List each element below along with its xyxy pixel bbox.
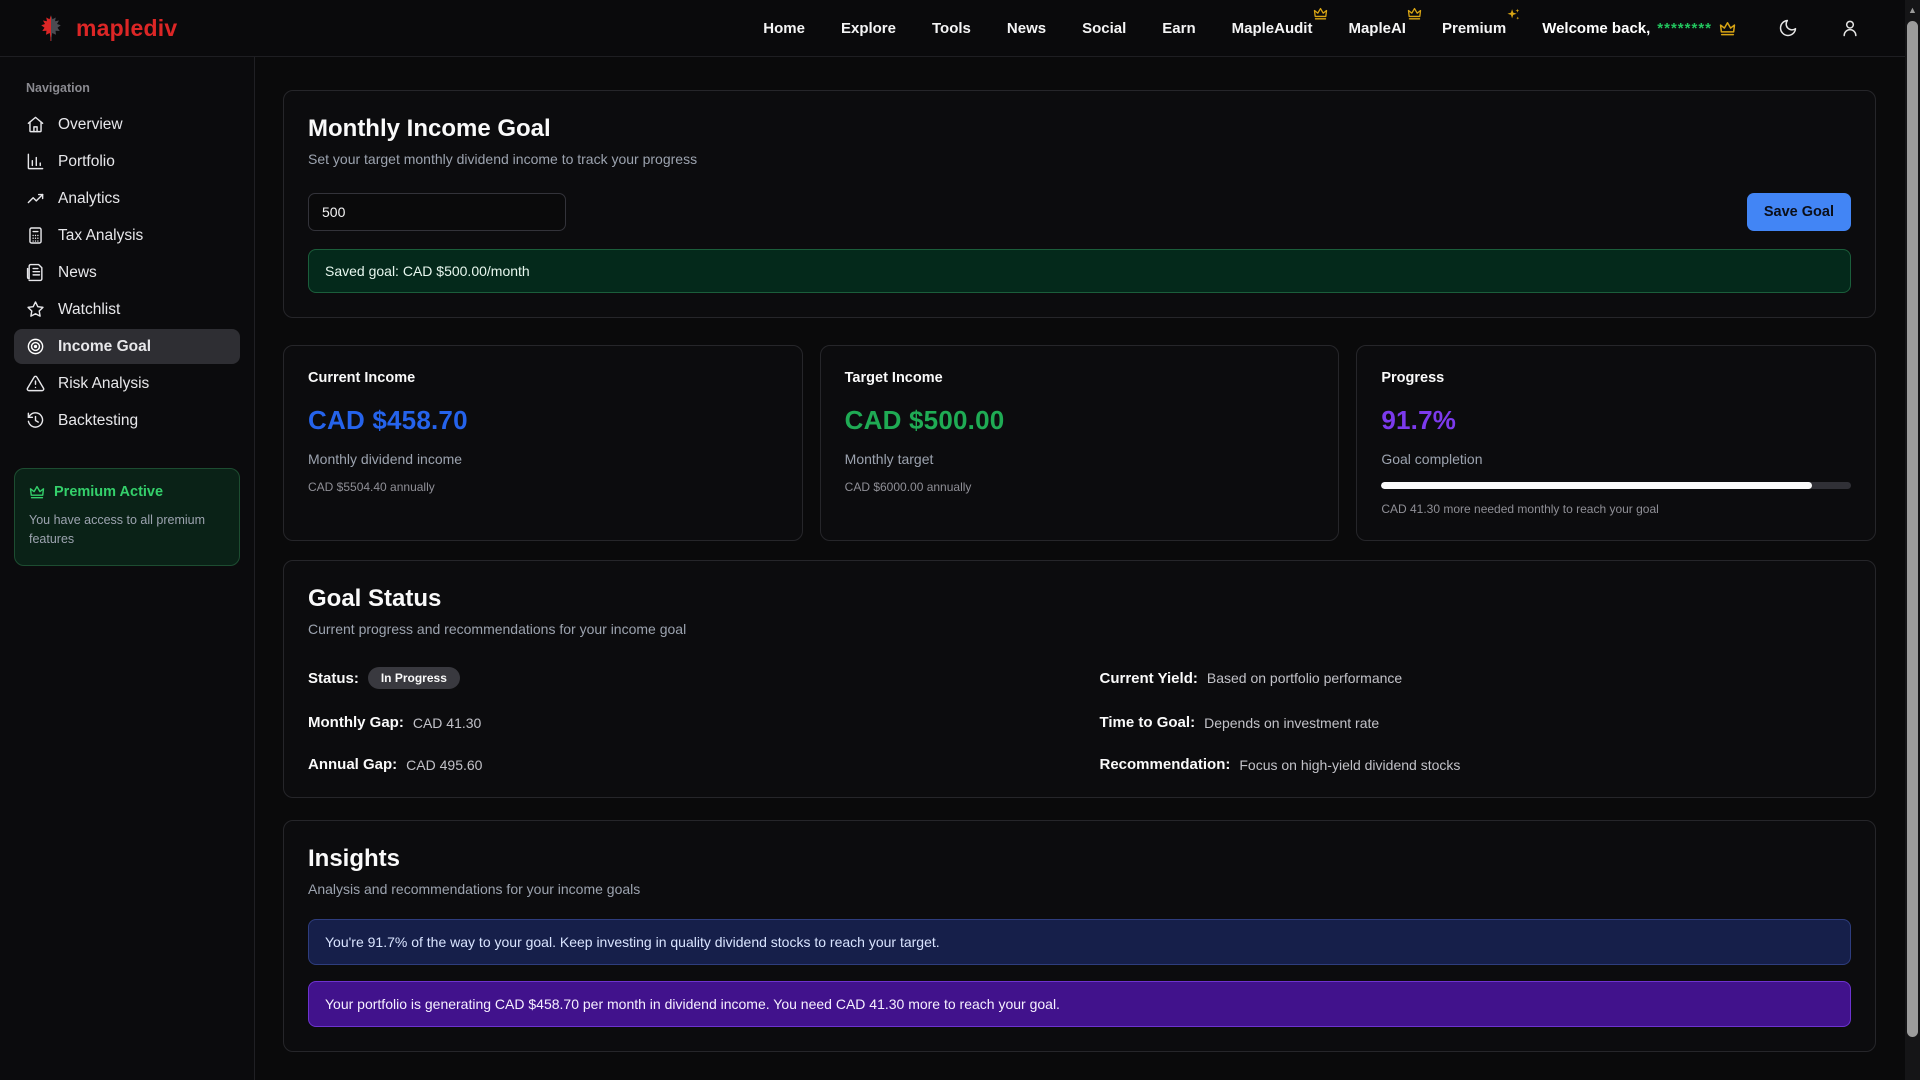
- welcome-message: Welcome back, ********: [1542, 20, 1736, 37]
- target-income-subtitle: Monthly target: [845, 451, 1315, 467]
- monthly-income-goal-card: Monthly Income Goal Set your target mont…: [283, 90, 1876, 318]
- calculator-icon: [26, 226, 45, 245]
- page-scrollbar[interactable]: ▲: [1905, 0, 1920, 1080]
- sidebar-item-analytics[interactable]: Analytics: [14, 181, 240, 216]
- crown-icon: [1719, 21, 1736, 36]
- nav-item-tools[interactable]: Tools: [932, 20, 971, 37]
- saved-goal-banner: Saved goal: CAD $500.00/month: [308, 249, 1851, 293]
- sidebar-section-label: Navigation: [0, 81, 254, 95]
- progress-title: Progress: [1381, 370, 1851, 386]
- current-income-title: Current Income: [308, 370, 778, 386]
- bar-chart-icon: [26, 152, 45, 171]
- insights-card: Insights Analysis and recommendations fo…: [283, 820, 1876, 1052]
- sidebar-item-overview[interactable]: Overview: [14, 107, 240, 142]
- nav-item-premium[interactable]: Premium: [1442, 20, 1506, 37]
- top-navbar: maplediv Home Explore Tools News Social …: [0, 0, 1920, 57]
- user-menu-button[interactable]: [1840, 18, 1860, 38]
- sidebar-item-tax-analysis[interactable]: Tax Analysis: [14, 218, 240, 253]
- time-to-goal-row: Time to Goal: Depends on investment rate: [1100, 714, 1852, 731]
- current-yield-row: Current Yield: Based on portfolio perfor…: [1100, 667, 1852, 689]
- sidebar: Navigation Overview Portfolio Analytics …: [0, 57, 255, 1080]
- moon-icon: [1778, 18, 1798, 38]
- crown-icon: [29, 485, 45, 499]
- sidebar-item-portfolio[interactable]: Portfolio: [14, 144, 240, 179]
- page-subtitle: Set your target monthly dividend income …: [308, 151, 1851, 167]
- current-income-value: CAD $458.70: [308, 405, 778, 436]
- premium-active-description: You have access to all premium features: [29, 511, 225, 550]
- dark-mode-toggle[interactable]: [1778, 18, 1798, 38]
- masked-username: ********: [1657, 20, 1712, 37]
- annual-gap-row: Annual Gap: CAD 495.60: [308, 756, 1060, 773]
- sidebar-item-news[interactable]: News: [14, 255, 240, 290]
- brand-name: maplediv: [76, 15, 177, 42]
- brand-logo[interactable]: maplediv: [36, 13, 177, 43]
- progress-bar-fill: [1381, 482, 1812, 489]
- sidebar-item-backtesting[interactable]: Backtesting: [14, 403, 240, 438]
- alert-triangle-icon: [26, 374, 45, 393]
- goal-amount-input[interactable]: [308, 193, 566, 231]
- maple-leaf-icon: [36, 13, 66, 43]
- progress-subtitle: Goal completion: [1381, 451, 1851, 467]
- current-income-note: CAD $5504.40 annually: [308, 480, 778, 494]
- monthly-gap-row: Monthly Gap: CAD 41.30: [308, 714, 1060, 731]
- goal-form-row: Save Goal: [308, 193, 1851, 231]
- target-income-value: CAD $500.00: [845, 405, 1315, 436]
- scrollbar-thumb[interactable]: [1907, 21, 1918, 1037]
- goal-status-grid: Status: In Progress Current Yield: Based…: [308, 667, 1851, 773]
- progress-note: CAD 41.30 more needed monthly to reach y…: [1381, 502, 1851, 516]
- current-income-card: Current Income CAD $458.70 Monthly divid…: [283, 345, 803, 541]
- nav-links: Home Explore Tools News Social Earn Mapl…: [763, 18, 1860, 38]
- main-content: Monthly Income Goal Set your target mont…: [255, 57, 1920, 1052]
- progress-card: Progress 91.7% Goal completion CAD 41.30…: [1356, 345, 1876, 541]
- insights-title: Insights: [308, 845, 1851, 873]
- sparkles-icon: [1505, 7, 1522, 28]
- target-income-note: CAD $6000.00 annually: [845, 480, 1315, 494]
- target-income-title: Target Income: [845, 370, 1315, 386]
- progress-bar: [1381, 482, 1851, 489]
- progress-value: 91.7%: [1381, 405, 1851, 436]
- crown-icon: [1407, 7, 1422, 24]
- target-income-card: Target Income CAD $500.00 Monthly target…: [820, 345, 1340, 541]
- stats-row: Current Income CAD $458.70 Monthly divid…: [283, 345, 1876, 541]
- sidebar-item-income-goal[interactable]: Income Goal: [14, 329, 240, 364]
- sidebar-item-watchlist[interactable]: Watchlist: [14, 292, 240, 327]
- history-icon: [26, 411, 45, 430]
- premium-active-title: Premium Active: [29, 484, 225, 500]
- goal-status-subtitle: Current progress and recommendations for…: [308, 621, 1851, 637]
- status-badge: In Progress: [368, 667, 460, 689]
- nav-item-earn[interactable]: Earn: [1162, 20, 1195, 37]
- current-income-subtitle: Monthly dividend income: [308, 451, 778, 467]
- nav-item-mapleaudit[interactable]: MapleAudit: [1232, 20, 1313, 37]
- home-icon: [26, 115, 45, 134]
- star-icon: [26, 300, 45, 319]
- insight-item: You're 91.7% of the way to your goal. Ke…: [308, 919, 1851, 965]
- status-row: Status: In Progress: [308, 667, 1060, 689]
- insight-item: Your portfolio is generating CAD $458.70…: [308, 981, 1851, 1027]
- nav-item-home[interactable]: Home: [763, 20, 805, 37]
- save-goal-button[interactable]: Save Goal: [1747, 193, 1851, 231]
- recommendation-row: Recommendation: Focus on high-yield divi…: [1100, 756, 1852, 773]
- nav-item-explore[interactable]: Explore: [841, 20, 896, 37]
- premium-active-box: Premium Active You have access to all pr…: [14, 468, 240, 566]
- scrollbar-up-arrow[interactable]: ▲: [1905, 0, 1920, 20]
- trending-up-icon: [26, 189, 45, 208]
- sidebar-item-risk-analysis[interactable]: Risk Analysis: [14, 366, 240, 401]
- goal-status-title: Goal Status: [308, 585, 1851, 613]
- target-icon: [26, 337, 45, 356]
- nav-item-social[interactable]: Social: [1082, 20, 1126, 37]
- user-icon: [1840, 18, 1860, 38]
- newspaper-icon: [26, 263, 45, 282]
- insights-subtitle: Analysis and recommendations for your in…: [308, 881, 1851, 897]
- nav-item-mapleai[interactable]: MapleAI: [1348, 20, 1406, 37]
- nav-item-news[interactable]: News: [1007, 20, 1046, 37]
- page-title: Monthly Income Goal: [308, 115, 1851, 143]
- goal-status-card: Goal Status Current progress and recomme…: [283, 560, 1876, 798]
- crown-icon: [1313, 7, 1328, 24]
